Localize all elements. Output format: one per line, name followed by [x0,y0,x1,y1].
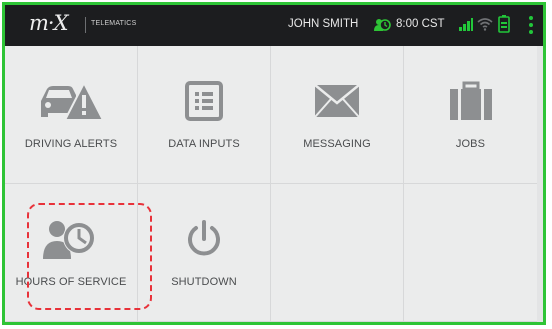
battery-icon [498,15,510,33]
car-warning-icon [41,80,104,121]
overflow-menu-icon[interactable] [528,15,534,35]
tile-empty [271,184,404,322]
highlight-box [27,203,152,310]
tile-empty [404,184,537,322]
tile-label: MESSAGING [303,138,371,150]
tile-jobs[interactable]: JOBS [404,46,537,184]
device-screen: m·X TELEMATICS JOHN SMITH 8:00 CST DRIVI… [2,2,546,325]
tile-label: DRIVING ALERTS [24,138,118,150]
tile-label: SHUTDOWN [171,276,237,288]
tile-label: DATA INPUTS [168,138,240,150]
envelope-icon [314,84,360,118]
power-icon [188,220,220,256]
tile-data-inputs[interactable]: DATA INPUTS [138,46,271,184]
tile-shutdown[interactable]: SHUTDOWN [138,184,271,322]
user-name: JOHN SMITH [288,18,359,30]
driver-clock-status-icon[interactable] [373,16,391,34]
status-bar: m·X TELEMATICS JOHN SMITH 8:00 CST [5,5,543,46]
wifi-icon [477,18,493,31]
app-logo: m·X [29,11,69,35]
tile-driving-alerts[interactable]: DRIVING ALERTS [5,46,138,184]
tile-messaging[interactable]: MESSAGING [271,46,404,184]
tile-label: JOBS [455,138,486,150]
clock-time: 8:00 CST [396,18,445,30]
briefcase-icon [449,81,492,120]
logo-subtitle: TELEMATICS [91,20,137,27]
list-icon [185,81,223,121]
logo-divider [85,17,86,33]
signal-icon [459,18,473,31]
